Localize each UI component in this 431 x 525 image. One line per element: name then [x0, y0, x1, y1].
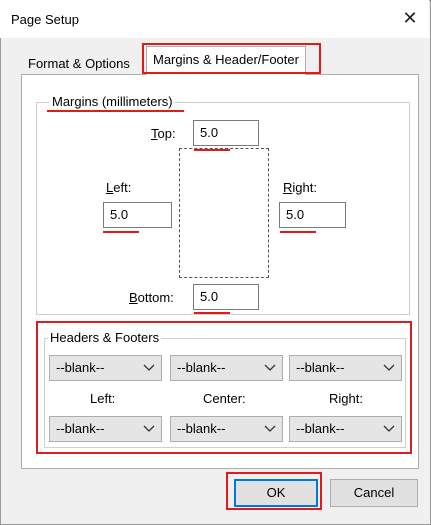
cancel-button[interactable]: Cancel — [330, 479, 418, 507]
right-margin-input[interactable]: 5.0 — [279, 202, 346, 228]
footer-center-value: --blank-- — [177, 421, 226, 436]
bottom-label: Bottom: — [129, 290, 174, 305]
header-right-value: --blank-- — [296, 360, 345, 375]
margin-preview — [179, 148, 269, 278]
header-left-select[interactable]: --blank-- — [49, 355, 162, 381]
bottom-margin-input[interactable]: 5.0 — [193, 284, 259, 310]
left-label: Left: — [106, 180, 131, 195]
bottom-label-text: ottom: — [137, 290, 174, 305]
footer-left-select[interactable]: --blank-- — [49, 416, 162, 442]
bottom-mnemonic: B — [129, 290, 138, 305]
footer-right-select[interactable]: --blank-- — [289, 416, 402, 442]
dialog-title: Page Setup — [11, 12, 79, 27]
chevron-down-icon — [264, 356, 276, 380]
tab-format-options[interactable]: Format & Options — [21, 51, 137, 75]
top-label: Top: — [151, 126, 176, 141]
bottom-underline — [194, 312, 230, 314]
left-label-text: eft: — [113, 180, 132, 195]
left-column-label: Left: — [90, 391, 116, 406]
close-icon[interactable]: ✕ — [401, 9, 419, 27]
header-center-select[interactable]: --blank-- — [170, 355, 283, 381]
right-underline — [280, 231, 316, 233]
chevron-down-icon — [383, 356, 395, 380]
right-label: Right: — [283, 180, 317, 195]
footer-right-value: --blank-- — [296, 421, 345, 436]
left-underline — [103, 231, 139, 233]
tab-highlight-box — [142, 43, 321, 74]
top-margin-input[interactable]: 5.0 — [193, 120, 259, 146]
header-left-value: --blank-- — [56, 360, 105, 375]
left-margin-input[interactable]: 5.0 — [103, 202, 172, 228]
chevron-down-icon — [143, 417, 155, 441]
footer-center-select[interactable]: --blank-- — [170, 416, 283, 442]
footer-left-value: --blank-- — [56, 421, 105, 436]
chevron-down-icon — [143, 356, 155, 380]
chevron-down-icon — [264, 417, 276, 441]
center-column-label: Center: — [203, 391, 246, 406]
margins-legend: Margins (millimeters) — [50, 94, 175, 109]
top-underline — [194, 149, 230, 151]
header-right-select[interactable]: --blank-- — [289, 355, 402, 381]
ok-highlight-box — [226, 472, 322, 510]
right-label-text: ight: — [292, 180, 317, 195]
top-label-text: op: — [157, 126, 176, 141]
right-mnemonic: R — [283, 180, 293, 195]
header-center-value: --blank-- — [177, 360, 226, 375]
margins-legend-underline — [47, 110, 184, 112]
chevron-down-icon — [383, 417, 395, 441]
right-column-label: Right: — [329, 391, 363, 406]
